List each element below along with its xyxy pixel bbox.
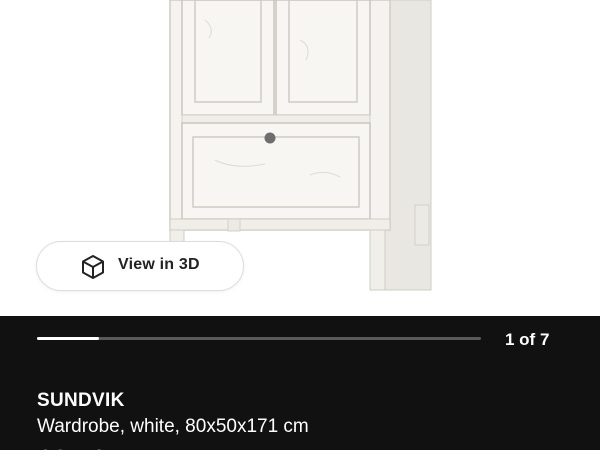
gallery-page-counter: 1 of 7 [505, 330, 550, 349]
product-description: Wardrobe, white, 80x50x171 cm [37, 416, 309, 437]
gallery-progress-bar[interactable] [37, 337, 481, 340]
view-in-3d-label: View in 3D [118, 256, 200, 273]
gallery-progress-fill [37, 337, 100, 340]
product-price: £2.19 [37, 444, 108, 475]
product-image-area[interactable]: View in 3D [0, 0, 600, 316]
view-in-3d-button[interactable]: View in 3D [36, 241, 244, 291]
cube-3d-icon [82, 255, 104, 279]
product-name[interactable]: SUNDVIK [37, 390, 125, 412]
product-info-panel: 1 of 7 SUNDVIK Wardrobe, white, 80x50x17… [0, 316, 600, 475]
